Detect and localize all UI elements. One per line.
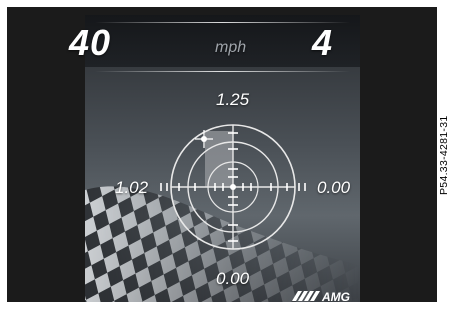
amg-logo: AMG [292, 290, 350, 302]
speed-value: 40 [69, 22, 112, 63]
brand-text: AMG [321, 290, 350, 302]
figure-code: P54.33-4281-31 [438, 115, 450, 195]
g-meter-label-bottom: 0.00 [216, 269, 250, 288]
g-meter-label-left: 1.02 [115, 178, 149, 197]
g-meter-center-dot [230, 184, 236, 190]
g-meter-label-top: 1.25 [216, 90, 250, 109]
speed-unit: mph [215, 39, 247, 56]
display-frame: 1.25 1.02 0.00 0.00 40 mph 4 AMG [7, 7, 437, 302]
gear-indicator: 4 [312, 22, 333, 63]
g-meter-label-right: 0.00 [317, 178, 351, 197]
